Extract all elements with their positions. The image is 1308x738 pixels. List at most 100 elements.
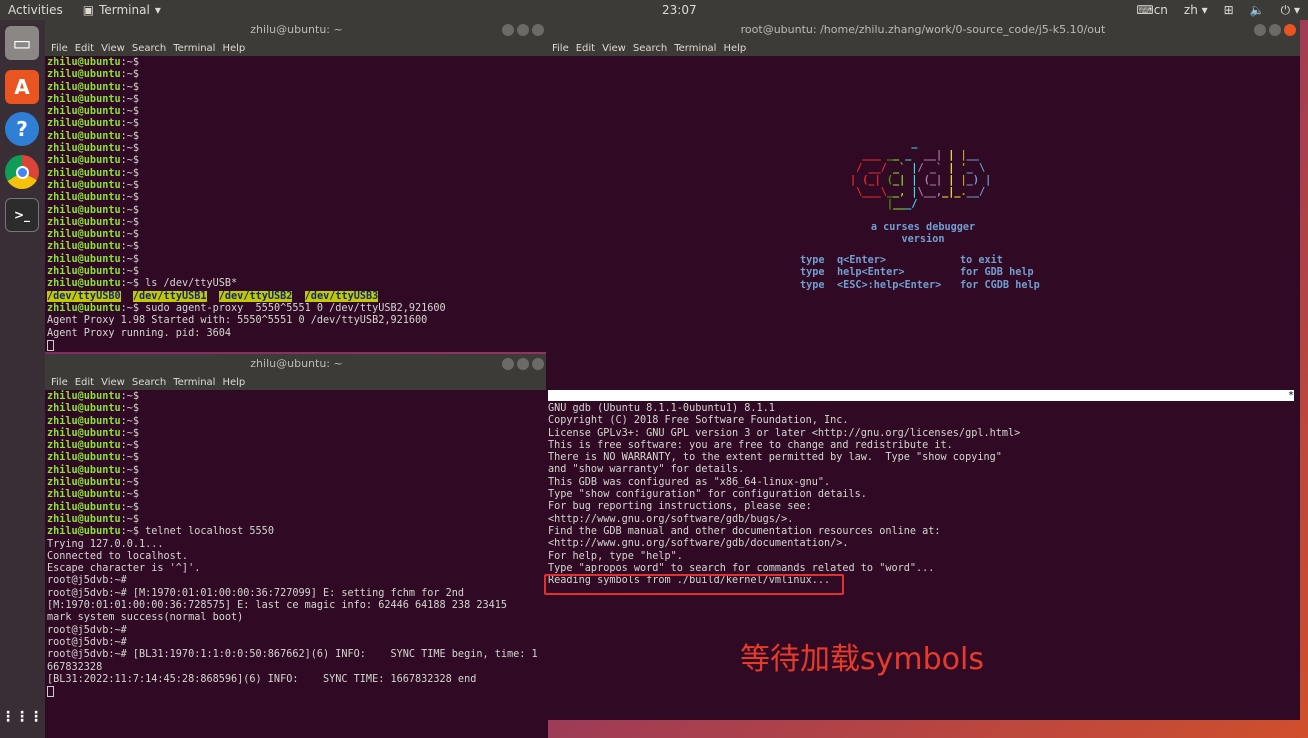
minimize-button[interactable]	[502, 358, 514, 370]
keyboard-indicator[interactable]: ⌨cn	[1136, 3, 1168, 17]
close-button[interactable]	[532, 358, 544, 370]
terminal-window-2[interactable]: zhilu@ubuntu: ~ File Edit View Search Termin…	[45, 354, 548, 738]
logo-line: |___/	[886, 199, 918, 211]
annotation-text: 等待加载symbols	[740, 642, 984, 677]
help-icon[interactable]: ?	[5, 112, 39, 146]
menu-item[interactable]: Help	[723, 43, 746, 54]
command: ls /dev/ttyUSB*	[139, 278, 238, 290]
volume-icon[interactable]: 🔈	[1250, 3, 1265, 17]
gdb-output[interactable]: GNU gdb (Ubuntu 8.1.1-0ubuntu1) 8.1.1 Cop…	[546, 402, 1022, 588]
menu-item[interactable]: Search	[633, 43, 667, 54]
menu-item[interactable]: Edit	[75, 377, 94, 388]
prompt-user: zhilu@ubuntu	[47, 278, 121, 290]
maximize-button[interactable]	[517, 24, 529, 36]
prompt-path: :~$	[120, 204, 140, 216]
menu-item[interactable]: View	[101, 43, 125, 54]
prompt-user: zhilu@ubuntu	[47, 57, 121, 68]
menu-item[interactable]: File	[51, 377, 68, 388]
maximize-button[interactable]	[517, 358, 529, 370]
terminal-line: /dev/ttyUSB0 /dev/ttyUSB1 /dev/ttyUSB2 /…	[47, 290, 546, 303]
command: sudo agent-proxy 5550^5551 0 /dev/ttyUSB…	[139, 302, 446, 314]
menu-item[interactable]: Terminal	[173, 43, 215, 54]
menu-item[interactable]: Help	[222, 377, 245, 388]
menu-bar: File Edit View Search Terminal Help	[546, 40, 1300, 56]
prompt-path: :~$	[120, 391, 140, 402]
files-icon[interactable]: ▭	[5, 26, 39, 60]
prompt-path: :~$	[120, 526, 140, 538]
prompt-user: zhilu@ubuntu	[47, 69, 121, 81]
terminal-output[interactable]: zhilu@ubuntu:~$ zhilu@ubuntu:~$ zhilu@ubun…	[45, 56, 548, 352]
minimize-button[interactable]	[502, 24, 514, 36]
chrome-icon[interactable]	[5, 155, 39, 189]
cgdb-logo: _ ___ __ _ __| | |__ / __/ _` |/ _` | '_…	[850, 138, 991, 212]
prompt-user: zhilu@ubuntu	[47, 106, 121, 118]
activities-button[interactable]: Activities	[8, 3, 63, 17]
terminal-line: zhilu@ubuntu:~$	[47, 69, 546, 81]
terminal-output[interactable]: zhilu@ubuntu:~$ zhilu@ubuntu:~$ zhilu@ubun…	[45, 390, 548, 700]
logo-line: ___ __ _ __| | |__	[862, 150, 979, 162]
menu-item[interactable]: View	[602, 43, 626, 54]
title-bar[interactable]: zhilu@ubuntu: ~	[45, 354, 548, 374]
network-icon[interactable]: ⊞	[1224, 3, 1234, 17]
terminal-line: zhilu@ubuntu:~$	[47, 489, 546, 501]
app-menu[interactable]: ▣ Terminal ▾	[83, 3, 161, 17]
prompt-path: :~$	[120, 477, 140, 489]
menu-item[interactable]: Edit	[75, 43, 94, 54]
gdb-line: This GDB was configured as "x86_64-linux…	[548, 476, 831, 488]
prompt-user: zhilu@ubuntu	[47, 452, 121, 464]
terminal-line: zhilu@ubuntu:~$	[47, 440, 546, 452]
prompt-path: :~$	[120, 179, 140, 191]
terminal-line: zhilu@ubuntu:~$ sudo agent-proxy 5550^55…	[47, 303, 546, 315]
software-center-icon[interactable]: A	[5, 70, 39, 104]
title-bar[interactable]: zhilu@ubuntu: ~	[45, 20, 548, 40]
menu-item[interactable]: Help	[222, 43, 245, 54]
dock: ▭ A ? >_ ⋮⋮⋮	[0, 20, 45, 738]
menu-item[interactable]: Edit	[576, 43, 595, 54]
terminal-line: zhilu@ubuntu:~$	[47, 452, 546, 464]
menu-item[interactable]: View	[101, 377, 125, 388]
cgdb-status-bar[interactable]: *	[548, 390, 1294, 401]
menu-item[interactable]: Search	[132, 377, 166, 388]
menu-item[interactable]: Search	[132, 43, 166, 54]
power-icon[interactable]: ⏻ ▾	[1281, 3, 1300, 18]
show-applications-icon[interactable]: ⋮⋮⋮	[1, 700, 43, 734]
terminal-line: zhilu@ubuntu:~$	[47, 217, 546, 229]
prompt-user: zhilu@ubuntu	[47, 143, 121, 155]
terminal-window-cgdb[interactable]: root@ubuntu: /home/zhilu.zhang/work/0-so…	[546, 20, 1300, 720]
terminal-line: zhilu@ubuntu:~$	[47, 254, 546, 266]
gdb-line: <http://www.gnu.org/software/gdb/bugs/>.	[548, 513, 794, 525]
output-line: root@j5dvb:~# [M:1970:01:01:00:00:36:727…	[47, 587, 465, 599]
menu-item[interactable]: Terminal	[674, 43, 716, 54]
prompt-path: :~$	[120, 167, 140, 179]
help-row: type q<Enter> to exit	[800, 255, 1040, 267]
help-cell: for CGDB help	[960, 279, 1040, 291]
cursor	[47, 339, 54, 351]
cgdb-subtitle: a curses debugger	[870, 222, 976, 233]
help-row: type <ESC>:help<Enter> for CGDB help	[800, 280, 1040, 292]
device-name: /dev/ttyUSB3	[304, 290, 379, 302]
output-line: [BL31:2022:11:7:14:45:28:868596](6) INFO…	[47, 673, 477, 685]
prompt-user: zhilu@ubuntu	[47, 204, 121, 216]
terminal-icon[interactable]: >_	[5, 198, 39, 232]
menu-item[interactable]: Terminal	[173, 377, 215, 388]
top-bar: Activities ▣ Terminal ▾ 23:07 ⌨cn zh ▾ ⊞ 🔈…	[0, 0, 1308, 20]
terminal-window-1[interactable]: zhilu@ubuntu: ~ File Edit View Search Termin…	[45, 20, 548, 352]
close-button[interactable]	[532, 24, 544, 36]
menu-item[interactable]: File	[51, 43, 68, 54]
language-indicator[interactable]: zh ▾	[1184, 3, 1208, 17]
prompt-user: zhilu@ubuntu	[47, 253, 121, 265]
terminal-line: zhilu@ubuntu:~$	[47, 143, 546, 155]
logo-line: | (_| (_| | (_| | |_) |	[850, 174, 992, 186]
help-cell: for GDB help	[960, 267, 1034, 279]
help-cell: to exit	[960, 255, 1003, 266]
clock[interactable]: 23:07	[662, 3, 697, 17]
close-button[interactable]	[1284, 24, 1296, 36]
prompt-path: :~$	[120, 118, 140, 130]
title-bar[interactable]: root@ubuntu: /home/zhilu.zhang/work/0-so…	[546, 20, 1300, 40]
prompt-path: :~$	[120, 93, 140, 105]
menu-item[interactable]: File	[552, 43, 569, 54]
minimize-button[interactable]	[1254, 24, 1266, 36]
prompt-path: :~$	[120, 501, 140, 513]
gdb-line: There is NO WARRANTY, to the extent perm…	[548, 452, 1002, 464]
maximize-button[interactable]	[1269, 24, 1281, 36]
